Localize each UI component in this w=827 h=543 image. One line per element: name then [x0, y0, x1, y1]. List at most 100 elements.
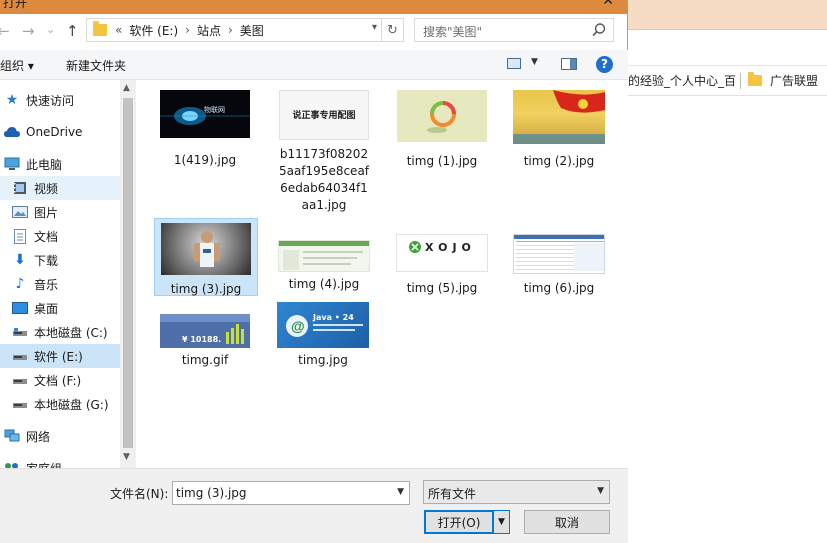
file-item[interactable]: ¥ 10188. timg.gif [153, 314, 257, 369]
navigation-scrollbar[interactable]: ▲ ▼ [120, 80, 136, 468]
sidebar-item-label: 下载 [34, 253, 59, 268]
open-file-dialog: 打开 ✕ ← → ⌄ ↑ « 软件 (E:) › 站点 › 美图 ▾ ↻ 搜索"… [0, 0, 628, 543]
file-name-label: 文件名(N): [110, 487, 169, 501]
new-folder-button[interactable]: 新建文件夹 [66, 57, 126, 74]
file-name: timg.jpg [298, 353, 348, 367]
sidebar-item-this-pc[interactable]: 此电脑 [4, 152, 120, 176]
bookmark-item[interactable]: 广告联盟 [748, 72, 818, 89]
up-arrow-icon[interactable]: ↑ [66, 23, 79, 39]
bookmark-label: 广告联盟 [770, 74, 819, 88]
scrollbar-thumb[interactable] [123, 98, 133, 448]
file-item[interactable]: XOJO timg (5).jpg [390, 234, 494, 297]
sidebar-item-drive-e[interactable]: 软件 (E:) [0, 344, 120, 368]
sidebar-item-videos[interactable]: 视频 [0, 176, 120, 200]
sidebar-item-label: 视频 [34, 181, 59, 196]
file-list: 物联网 1(419).jpg 说正事专用配图 b11173f082025aaf1… [137, 80, 628, 468]
breadcrumb-overflow-icon[interactable]: « [115, 23, 122, 37]
file-name-input[interactable]: timg (3).jpg ▼ [172, 481, 410, 505]
navigation-row: ← → ⌄ ↑ « 软件 (E:) › 站点 › 美图 ▾ ↻ 搜索"美图" [0, 14, 628, 50]
sidebar-item-label: 家庭组 [26, 460, 62, 469]
forward-arrow-icon[interactable]: → [22, 23, 35, 39]
scroll-down-icon[interactable]: ▼ [123, 452, 130, 462]
file-name-value: timg (3).jpg [176, 486, 247, 500]
sidebar-item-homegroup[interactable]: 家庭组 [4, 456, 120, 468]
browser-toolbar [628, 30, 827, 66]
open-options-chevron-icon[interactable]: ▼ [493, 511, 509, 533]
sidebar-item-drive-g[interactable]: 本地磁盘 (G:) [0, 392, 120, 416]
file-type-select[interactable]: 所有文件 ▼ [423, 480, 610, 504]
file-item[interactable]: timg (4).jpg [272, 240, 376, 293]
file-name: timg (6).jpg [523, 281, 595, 295]
sidebar-item-label: 本地磁盘 (C:) [34, 325, 108, 340]
file-item[interactable]: timg (1).jpg [390, 90, 494, 170]
sidebar-item-documents[interactable]: 文档 [0, 224, 120, 248]
recent-locations-chevron-icon[interactable]: ⌄ [46, 22, 55, 38]
desktop-icon [12, 300, 28, 316]
file-item[interactable]: 物联网 1(419).jpg [153, 90, 257, 169]
scroll-up-icon[interactable]: ▲ [123, 83, 130, 93]
sidebar-item-music[interactable]: ♪ 音乐 [0, 272, 120, 296]
file-name: timg (5).jpg [406, 281, 478, 295]
file-name: timg (1).jpg [406, 154, 478, 168]
network-icon [4, 428, 20, 444]
sidebar-item-drive-c[interactable]: 本地磁盘 (C:) [0, 320, 120, 344]
sidebar-item-downloads[interactable]: ⬇ 下载 [0, 248, 120, 272]
back-arrow-icon[interactable]: ← [0, 23, 10, 39]
file-type-value: 所有文件 [428, 487, 477, 501]
sidebar-item-label: 快速访问 [26, 93, 75, 108]
address-history-chevron-icon[interactable]: ▾ [372, 22, 377, 33]
image-thumbnail: ¥ 10188. [160, 314, 250, 348]
file-name: timg (3).jpg [170, 282, 242, 296]
search-placeholder: 搜索"美图" [423, 25, 483, 39]
drive-icon [12, 324, 28, 340]
file-name: timg.gif [181, 353, 229, 367]
sidebar-item-label: 本地磁盘 (G:) [34, 397, 109, 412]
sidebar-item-drive-f[interactable]: 文档 (F:) [0, 368, 120, 392]
open-button-label[interactable]: 打开(O) [425, 511, 493, 533]
bookmark-label: 的经验_个人中心_百 [628, 74, 737, 88]
breadcrumb-item[interactable]: 美图 [240, 22, 264, 39]
bookmark-item[interactable]: 的经验_个人中心_百 [628, 72, 736, 89]
sidebar-item-pictures[interactable]: 图片 [0, 200, 120, 224]
search-icon[interactable] [591, 22, 607, 38]
refresh-icon[interactable]: ↻ [381, 19, 403, 41]
cancel-button[interactable]: 取消 [524, 510, 610, 534]
view-options-chevron-icon[interactable]: ▼ [531, 57, 538, 67]
view-options-icon[interactable] [507, 58, 521, 69]
file-type-chevron-icon[interactable]: ▼ [597, 486, 604, 496]
sidebar-item-desktop[interactable]: 桌面 [0, 296, 120, 320]
file-item[interactable]: timg (2).jpg [507, 90, 611, 170]
file-name-history-chevron-icon[interactable]: ▼ [397, 487, 404, 497]
open-button[interactable]: 打开(O) ▼ [424, 510, 510, 534]
thumbnail-text: XOJO [425, 241, 476, 254]
breadcrumb-item[interactable]: 软件 (E:) [129, 22, 178, 39]
organize-menu-button[interactable]: 组织 ▾ [0, 57, 34, 74]
file-item[interactable]: timg (3).jpg [154, 218, 258, 296]
thumbnail-text: 说正事专用配图 [292, 111, 356, 121]
thumbnail-text: 物联网 [204, 106, 225, 114]
cloud-icon [4, 124, 20, 140]
file-item[interactable]: timg (6).jpg [507, 234, 611, 297]
bookmark-divider [740, 72, 742, 89]
title-bar: 打开 ✕ [0, 0, 628, 14]
computer-icon [4, 156, 20, 172]
breadcrumb-item[interactable]: 站点 [197, 22, 221, 39]
sidebar-item-network[interactable]: 网络 [4, 424, 120, 448]
sidebar-item-label: OneDrive [26, 125, 83, 139]
image-thumbnail: 说正事专用配图 [279, 90, 369, 140]
picture-icon [12, 204, 28, 220]
address-bar[interactable]: « 软件 (E:) › 站点 › 美图 ▾ ↻ [86, 18, 404, 42]
breadcrumb-separator-icon[interactable]: › [228, 23, 233, 37]
sidebar-item-quick-access[interactable]: ★ 快速访问 [4, 88, 120, 112]
file-item[interactable]: @ Java • 24 timg.jpg [271, 302, 375, 369]
image-thumbnail [397, 90, 487, 142]
sidebar-item-label: 文档 (F:) [34, 373, 82, 388]
search-input[interactable]: 搜索"美图" [414, 18, 614, 42]
sidebar-item-label: 音乐 [34, 277, 59, 292]
help-icon[interactable]: ? [596, 56, 613, 73]
close-icon[interactable]: ✕ [602, 0, 614, 9]
file-item[interactable]: 说正事专用配图 b11173f082025aaf195e8ceaf6edab64… [272, 90, 376, 214]
preview-pane-icon[interactable] [561, 58, 577, 70]
sidebar-item-onedrive[interactable]: OneDrive [4, 120, 120, 144]
breadcrumb-separator-icon[interactable]: › [185, 23, 190, 37]
